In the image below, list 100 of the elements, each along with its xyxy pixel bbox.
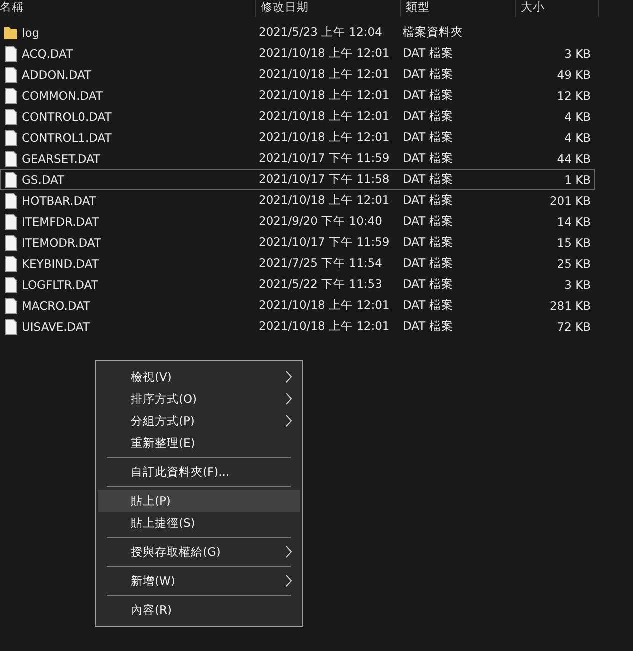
file-icon [4,214,18,230]
menu-item[interactable]: 分組方式(P) [98,410,300,432]
menu-item[interactable]: 新增(W) [98,570,300,592]
file-name: ITEMFDR.DAT [22,214,99,228]
menu-item[interactable]: 重新整理(E) [98,432,300,454]
modified-date: 2021/10/18 上午 12:01 [259,88,390,102]
file-type: DAT 檔案 [403,277,454,291]
file-name: MACRO.DAT [22,298,91,312]
folder-icon [4,24,18,40]
file-icon [4,46,18,62]
menu-item[interactable]: 貼上(P) [98,490,300,512]
column-header[interactable]: 大小 [516,0,599,17]
file-type: DAT 檔案 [403,46,454,60]
file-row[interactable]: COMMON.DAT 2021/10/18 上午 12:01 DAT 檔案 12 KB [0,85,595,106]
modified-date: 2021/9/20 下午 10:40 [259,214,382,228]
file-name: CONTROL0.DAT [22,110,112,124]
file-type: DAT 檔案 [403,172,454,186]
file-row[interactable]: MACRO.DAT 2021/10/18 上午 12:01 DAT 檔案 281 KB [0,295,595,316]
file-type: DAT 檔案 [403,151,454,165]
file-row[interactable]: KEYBIND.DAT 2021/7/25 下午 11:54 DAT 檔案 25 KB [0,253,595,274]
modified-date: 2021/10/18 上午 12:01 [259,319,390,333]
file-type: DAT 檔案 [403,256,454,270]
file-name: ITEMODR.DAT [22,236,102,250]
file-name: COMMON.DAT [22,88,103,102]
file-row[interactable]: log 2021/5/23 上午 12:04 檔案資料夾 [0,22,595,43]
file-size: 44 KB [557,152,591,166]
file-icon [4,130,18,146]
file-size: 281 KB [550,298,591,312]
menu-item[interactable]: 授與存取權給(G) [98,541,300,563]
file-row[interactable]: LOGFLTR.DAT 2021/5/22 下午 11:53 DAT 檔案 3 KB [0,274,595,295]
file-type: DAT 檔案 [403,298,454,312]
file-icon [4,108,18,124]
file-type: DAT 檔案 [403,214,454,228]
chevron-right-icon [286,575,292,587]
file-name: CONTROL1.DAT [22,130,112,144]
file-row[interactable]: GEARSET.DAT 2021/10/17 下午 11:59 DAT 檔案 44 KB [0,148,595,169]
file-type: DAT 檔案 [403,109,454,123]
file-name: GEARSET.DAT [22,152,101,166]
file-size: 4 KB [564,130,591,144]
menu-item[interactable]: 排序方式(O) [98,388,300,410]
file-row[interactable]: UISAVE.DAT 2021/10/18 上午 12:01 DAT 檔案 72 KB [0,316,595,337]
menu-item[interactable]: 內容(R) [98,599,300,621]
column-header[interactable]: 名稱 [0,0,256,17]
file-icon [4,150,18,166]
file-icon [4,172,18,188]
file-name: HOTBAR.DAT [22,194,96,208]
file-name: LOGFLTR.DAT [22,278,98,292]
menu-item[interactable]: 檢視(V) [98,366,300,388]
file-row[interactable]: ACQ.DAT 2021/10/18 上午 12:01 DAT 檔案 3 KB [0,43,595,64]
modified-date: 2021/10/17 下午 11:59 [259,151,390,165]
file-name: ADDON.DAT [22,68,92,82]
file-icon [4,276,18,292]
file-size: 1 KB [564,172,591,186]
file-type: DAT 檔案 [403,193,454,207]
modified-date: 2021/10/17 下午 11:59 [259,235,390,249]
file-icon [4,66,18,82]
file-row[interactable]: ITEMODR.DAT 2021/10/17 下午 11:59 DAT 檔案 15 KB [0,232,595,253]
file-type: DAT 檔案 [403,88,454,102]
column-header[interactable]: 修改日期 [256,0,401,17]
chevron-right-icon [286,371,292,383]
modified-date: 2021/10/18 上午 12:01 [259,46,390,60]
file-size: 14 KB [557,214,591,228]
file-size: 15 KB [557,236,591,250]
file-name: KEYBIND.DAT [22,256,99,270]
modified-date: 2021/7/25 下午 11:54 [259,256,382,270]
file-size: 49 KB [557,68,591,82]
modified-date: 2021/10/17 下午 11:58 [259,172,390,186]
file-row[interactable]: ADDON.DAT 2021/10/18 上午 12:01 DAT 檔案 49 KB [0,64,595,85]
file-size: 72 KB [557,320,591,334]
file-size: 3 KB [564,46,591,60]
file-name: log [22,26,40,40]
file-icon [4,318,18,334]
file-icon [4,256,18,272]
file-row[interactable]: CONTROL0.DAT 2021/10/18 上午 12:01 DAT 檔案 4 KB [0,106,595,127]
chevron-right-icon [286,546,292,558]
modified-date: 2021/10/18 上午 12:01 [259,130,390,144]
file-row[interactable]: ITEMFDR.DAT 2021/9/20 下午 10:40 DAT 檔案 14 KB [0,211,595,232]
file-type: DAT 檔案 [403,130,454,144]
chevron-right-icon [286,393,292,405]
modified-date: 2021/10/18 上午 12:01 [259,298,390,312]
file-row[interactable]: HOTBAR.DAT 2021/10/18 上午 12:01 DAT 檔案 201 KB [0,190,595,211]
modified-date: 2021/5/23 上午 12:04 [259,25,382,39]
file-icon [4,192,18,208]
file-icon [4,234,18,250]
modified-date: 2021/10/18 上午 12:01 [259,193,390,207]
file-name: GS.DAT [22,172,65,186]
file-type: DAT 檔案 [403,319,454,333]
menu-item[interactable]: 自訂此資料夾(F)... [98,461,300,483]
column-header[interactable]: 類型 [401,0,516,17]
file-type: DAT 檔案 [403,235,454,249]
menu-item[interactable]: 貼上捷徑(S) [98,512,300,534]
file-row[interactable]: CONTROL1.DAT 2021/10/18 上午 12:01 DAT 檔案 4 KB [0,127,595,148]
file-type: DAT 檔案 [403,67,454,81]
file-size: 201 KB [550,194,591,208]
file-icon [4,88,18,104]
file-size: 12 KB [557,88,591,102]
file-name: ACQ.DAT [22,46,74,60]
modified-date: 2021/10/18 上午 12:01 [259,109,390,123]
file-type: 檔案資料夾 [403,25,463,39]
file-row[interactable]: GS.DAT 2021/10/17 下午 11:58 DAT 檔案 1 KB [0,169,595,190]
